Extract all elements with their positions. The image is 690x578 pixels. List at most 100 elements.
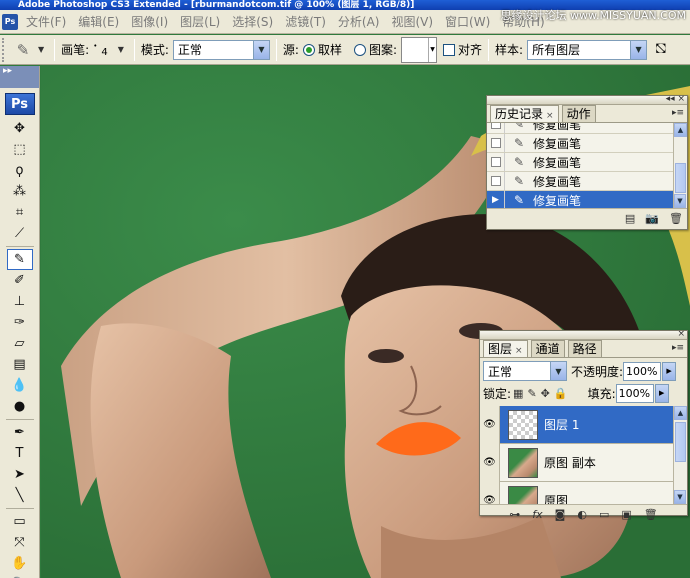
line-tool-icon[interactable]: ╲ (7, 485, 33, 506)
blur-tool-icon[interactable]: 💧 (7, 375, 33, 396)
menu-window[interactable]: 窗口(W) (441, 13, 498, 30)
history-item[interactable]: ▶ ✎ 修复画笔 (487, 191, 673, 208)
clone-stamp-tool-icon[interactable]: ⊥ (7, 291, 33, 312)
app-icon[interactable]: Ps (2, 13, 18, 30)
history-brush-tool-icon[interactable]: ✑ (7, 312, 33, 333)
crop-tool-icon[interactable]: ⌗ (7, 202, 33, 223)
tab-history[interactable]: 历史记录 × (490, 105, 559, 122)
opacity-input[interactable]: 100% (623, 361, 662, 381)
brush-size[interactable]: 4 (101, 47, 107, 58)
layer-row[interactable]: 👁 图层 1 (480, 406, 673, 444)
close-icon[interactable]: × (546, 111, 554, 121)
fx-icon[interactable]: fx (532, 508, 542, 521)
scroll-up-icon[interactable]: ▲ (674, 123, 687, 137)
history-source-toggle[interactable] (487, 172, 505, 190)
options-grip[interactable] (2, 37, 8, 62)
menu-edit[interactable]: 编辑(E) (74, 13, 127, 30)
notes-tool-icon[interactable]: ▭ (7, 511, 33, 532)
pattern-picker[interactable]: ▼ (401, 36, 438, 63)
ignore-adjustment-layers-icon[interactable]: ⛞ (655, 41, 666, 59)
lock-position-icon[interactable]: ✥ (541, 387, 550, 400)
menu-file[interactable]: 文件(F) (22, 13, 74, 30)
menu-analysis[interactable]: 分析(A) (334, 13, 388, 30)
tool-preset-dropdown-icon[interactable]: ▼ (38, 45, 44, 54)
brush-dropdown-icon[interactable]: ▼ (118, 45, 124, 54)
collapse-icon[interactable]: × (677, 329, 685, 339)
visibility-eye-icon[interactable]: 👁 (480, 481, 500, 504)
history-source-toggle[interactable]: ▶ (487, 191, 505, 208)
lock-all-icon[interactable]: 🔒 (554, 387, 568, 400)
lock-pixels-icon[interactable]: ✎ (527, 387, 536, 400)
path-selection-tool-icon[interactable]: ➤ (7, 464, 33, 485)
hand-tool-icon[interactable]: ✋ (7, 553, 33, 574)
panel-menu-icon[interactable]: ▸≡ (672, 108, 684, 118)
history-item[interactable]: ✎ 修复画笔 (487, 134, 673, 153)
scroll-up-icon[interactable]: ▲ (674, 406, 687, 420)
eraser-tool-icon[interactable]: ▱ (7, 333, 33, 354)
history-source-toggle[interactable] (487, 134, 505, 152)
mask-icon[interactable]: ◙ (555, 508, 566, 521)
visibility-eye-icon[interactable]: 👁 (480, 443, 500, 482)
history-scroll-thumb[interactable] (675, 163, 686, 193)
fill-input[interactable]: 100% (615, 384, 654, 403)
healing-brush-tool-icon[interactable]: ✎ (6, 249, 33, 270)
history-scrollbar[interactable]: ▲ ▼ (673, 123, 687, 208)
trash-icon[interactable]: 🗑 (669, 212, 683, 225)
new-layer-icon[interactable]: ▣ (621, 508, 631, 521)
snapshot-icon[interactable]: 📷 (645, 212, 659, 225)
tab-actions[interactable]: 动作 (561, 105, 596, 122)
layers-scrollbar[interactable]: ▲ ▼ (673, 406, 687, 504)
tab-layers[interactable]: 图层 × (483, 340, 528, 357)
sample-select[interactable]: 所有图层 ▼ (527, 39, 648, 60)
layers-scroll-thumb[interactable] (675, 422, 686, 462)
collapse-icon[interactable]: ◂◂ × (666, 94, 685, 104)
tab-channels[interactable]: 通道 (530, 340, 565, 357)
healing-brush-icon[interactable]: ✎ (10, 38, 36, 62)
pattern-radio[interactable] (353, 43, 366, 56)
type-tool-icon[interactable]: T (7, 443, 33, 464)
layer-row[interactable]: 👁 原图 副本 (480, 443, 673, 482)
menu-layer[interactable]: 图层(L) (176, 13, 228, 30)
dodge-tool-icon[interactable]: ● (7, 396, 33, 417)
menu-view[interactable]: 视图(V) (387, 13, 441, 30)
gradient-tool-icon[interactable]: ▤ (7, 354, 33, 375)
group-icon[interactable]: ▭ (599, 508, 609, 521)
lock-transparency-icon[interactable]: ▦ (513, 387, 523, 400)
ps-logo[interactable]: Ps (4, 93, 35, 115)
toolbox-header[interactable]: ▸▸ (0, 66, 39, 88)
slice-tool-icon[interactable]: ⟋ (7, 223, 33, 244)
history-source-toggle[interactable] (487, 153, 505, 171)
aligned-checkbox[interactable] (443, 43, 456, 56)
new-document-icon[interactable]: ▤ (625, 212, 635, 225)
history-item[interactable]: ✎ 修复画笔 (487, 123, 673, 134)
history-item[interactable]: ✎ 修复画笔 (487, 172, 673, 191)
layers-panel-titlebar[interactable]: × (480, 329, 687, 340)
marquee-tool-icon[interactable]: ⬚ (7, 139, 33, 160)
opacity-arrow-icon[interactable]: ▶ (662, 361, 677, 381)
scroll-down-icon[interactable]: ▼ (674, 490, 686, 504)
panel-menu-icon[interactable]: ▸≡ (672, 343, 684, 353)
pen-tool-icon[interactable]: ✒ (7, 422, 33, 443)
visibility-eye-icon[interactable]: 👁 (480, 406, 500, 444)
tab-paths[interactable]: 路径 (567, 340, 602, 357)
history-source-toggle[interactable] (487, 123, 505, 133)
layer-row[interactable]: 👁 原图 (480, 481, 673, 504)
adjustment-icon[interactable]: ◐ (577, 508, 587, 521)
menu-filter[interactable]: 滤镜(T) (281, 13, 334, 30)
mode-select[interactable]: 正常 ▼ (172, 39, 270, 60)
history-panel-titlebar[interactable]: ◂◂ × (487, 94, 687, 105)
move-tool-icon[interactable]: ✥ (7, 118, 33, 139)
eyedropper-tool-icon[interactable]: ⤧ (7, 532, 33, 553)
trash-icon[interactable]: 🗑 (644, 508, 658, 521)
history-item[interactable]: ✎ 修复画笔 (487, 153, 673, 172)
sampled-radio[interactable] (302, 43, 315, 56)
link-icon[interactable]: ⊶ (509, 508, 520, 521)
brush-tool-icon[interactable]: ✐ (7, 270, 33, 291)
menu-select[interactable]: 选择(S) (228, 13, 281, 30)
blend-mode-select[interactable]: 正常 ▼ (483, 361, 567, 381)
magic-wand-tool-icon[interactable]: ⁂ (7, 181, 33, 202)
lasso-tool-icon[interactable]: ϙ (7, 160, 33, 181)
scroll-down-icon[interactable]: ▼ (674, 194, 686, 208)
zoom-tool-icon[interactable]: 🔍 (7, 574, 33, 578)
menu-image[interactable]: 图像(I) (127, 13, 176, 30)
